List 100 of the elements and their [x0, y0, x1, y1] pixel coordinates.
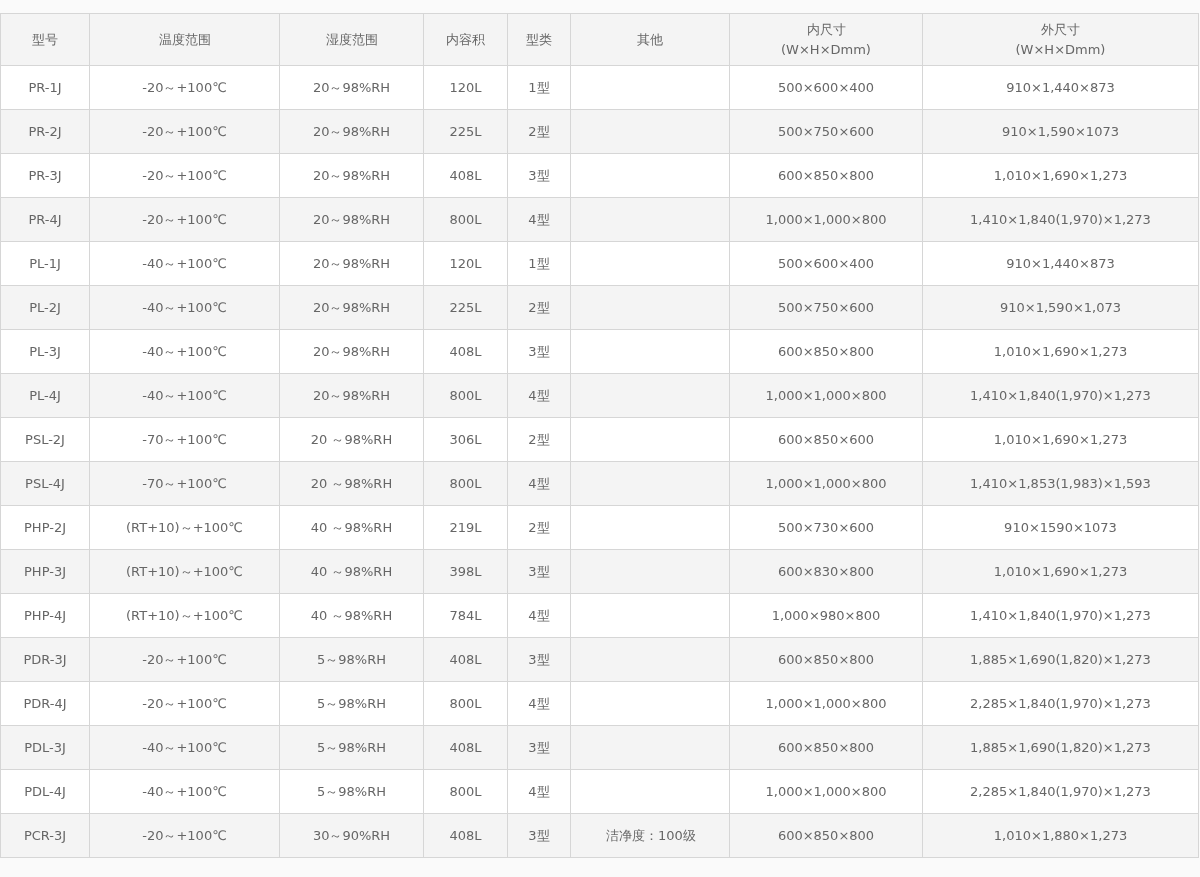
table-cell: 1,000×1,000×800: [729, 197, 923, 242]
table-cell: 398L: [423, 549, 508, 594]
table-cell: -40～+100℃: [89, 373, 280, 418]
table-cell: -40～+100℃: [89, 725, 280, 770]
table-cell: -20～+100℃: [89, 681, 280, 726]
table-cell: PL-1J: [0, 241, 90, 286]
table-cell: 1,000×1,000×800: [729, 461, 923, 506]
table-cell: PCR-3J: [0, 813, 90, 858]
table-cell: 2型: [507, 109, 571, 154]
table-cell: 500×600×400: [729, 65, 923, 110]
table-cell: 1,010×1,690×1,273: [922, 153, 1199, 198]
table-cell: 1,885×1,690(1,820)×1,273: [922, 725, 1199, 770]
column-header: 湿度范围: [279, 13, 424, 66]
table-cell: 225L: [423, 109, 508, 154]
table-cell: -20～+100℃: [89, 197, 280, 242]
table-cell: (RT+10)～+100℃: [89, 549, 280, 594]
table-cell: -40～+100℃: [89, 241, 280, 286]
table-cell: 500×750×600: [729, 109, 923, 154]
table-cell: 5～98%RH: [279, 637, 424, 682]
table-cell: 800L: [423, 681, 508, 726]
table-cell: 910×1590×1073: [922, 505, 1199, 550]
table-cell: 408L: [423, 153, 508, 198]
table-cell: PDR-4J: [0, 681, 90, 726]
table-cell: -40～+100℃: [89, 769, 280, 814]
table-cell: 600×830×800: [729, 549, 923, 594]
table-cell: 910×1,590×1073: [922, 109, 1199, 154]
table-cell: -70～+100℃: [89, 417, 280, 462]
table-cell: PL-3J: [0, 329, 90, 374]
table-cell: 219L: [423, 505, 508, 550]
table-cell: 1,010×1,880×1,273: [922, 813, 1199, 858]
column-header: 内尺寸 (W×H×Dmm): [729, 13, 923, 66]
table-cell: 408L: [423, 725, 508, 770]
table-cell: PHP-4J: [0, 593, 90, 638]
table-cell: 4型: [507, 197, 571, 242]
table-cell: 500×600×400: [729, 241, 923, 286]
column-header: 型类: [507, 13, 571, 66]
table-cell: 600×850×800: [729, 329, 923, 374]
table-cell: 4型: [507, 373, 571, 418]
table-cell: -20～+100℃: [89, 813, 280, 858]
table-cell: 2型: [507, 505, 571, 550]
table-cell: (RT+10)～+100℃: [89, 593, 280, 638]
table-cell: 20～98%RH: [279, 241, 424, 286]
table-cell: 600×850×600: [729, 417, 923, 462]
table-cell: 20 ～98%RH: [279, 461, 424, 506]
table-cell: 600×850×800: [729, 813, 923, 858]
table-cell: 2,285×1,840(1,970)×1,273: [922, 681, 1199, 726]
table-cell: 1,410×1,853(1,983)×1,593: [922, 461, 1199, 506]
table-cell: 1,000×1,000×800: [729, 373, 923, 418]
table-cell: 4型: [507, 593, 571, 638]
table-cell: 5～98%RH: [279, 769, 424, 814]
table-cell: 408L: [423, 813, 508, 858]
table-cell: PR-3J: [0, 153, 90, 198]
table-cell: (RT+10)～+100℃: [89, 505, 280, 550]
column-header: 其他: [570, 13, 730, 66]
table-cell: PL-2J: [0, 285, 90, 330]
table-cell: 1,885×1,690(1,820)×1,273: [922, 637, 1199, 682]
column-header: 内容积: [423, 13, 508, 66]
table-cell: 3型: [507, 153, 571, 198]
table-cell: -40～+100℃: [89, 285, 280, 330]
table-cell: 2,285×1,840(1,970)×1,273: [922, 769, 1199, 814]
table-cell: 3型: [507, 549, 571, 594]
table-cell: 910×1,440×873: [922, 65, 1199, 110]
column-header: 外尺寸 (W×H×Dmm): [922, 13, 1199, 66]
table-cell: 225L: [423, 285, 508, 330]
table-cell: 1,010×1,690×1,273: [922, 417, 1199, 462]
table-cell: 600×850×800: [729, 153, 923, 198]
table-cell: 40 ～98%RH: [279, 505, 424, 550]
table-cell: PHP-3J: [0, 549, 90, 594]
table-cell: 910×1,590×1,073: [922, 285, 1199, 330]
table-cell: 4型: [507, 681, 571, 726]
table-cell: 408L: [423, 637, 508, 682]
table-cell: PSL-4J: [0, 461, 90, 506]
table-cell: 3型: [507, 813, 571, 858]
table-cell: -20～+100℃: [89, 65, 280, 110]
table-cell: 1,410×1,840(1,970)×1,273: [922, 373, 1199, 418]
table-cell: 800L: [423, 373, 508, 418]
table-cell: PSL-2J: [0, 417, 90, 462]
table-cell: 1型: [507, 241, 571, 286]
table-cell: PR-4J: [0, 197, 90, 242]
table-cell: 2型: [507, 417, 571, 462]
table-cell: -20～+100℃: [89, 637, 280, 682]
table-cell: -70～+100℃: [89, 461, 280, 506]
table-cell: 800L: [423, 197, 508, 242]
table-cell: PDR-3J: [0, 637, 90, 682]
table-cell: 洁净度：100级: [570, 813, 730, 858]
table-cell: 4型: [507, 769, 571, 814]
table-cell: 40 ～98%RH: [279, 593, 424, 638]
table-cell: 3型: [507, 329, 571, 374]
table-cell: PR-1J: [0, 65, 90, 110]
table-cell: 800L: [423, 769, 508, 814]
table-cell: 20～98%RH: [279, 373, 424, 418]
table-cell: 600×850×800: [729, 725, 923, 770]
table-cell: 500×730×600: [729, 505, 923, 550]
table-cell: 306L: [423, 417, 508, 462]
table-cell: 1,410×1,840(1,970)×1,273: [922, 593, 1199, 638]
table-cell: 5～98%RH: [279, 681, 424, 726]
table-cell: 1,000×1,000×800: [729, 769, 923, 814]
table-cell: 3型: [507, 725, 571, 770]
table-cell: 1,000×1,000×800: [729, 681, 923, 726]
table-cell: 20～98%RH: [279, 109, 424, 154]
